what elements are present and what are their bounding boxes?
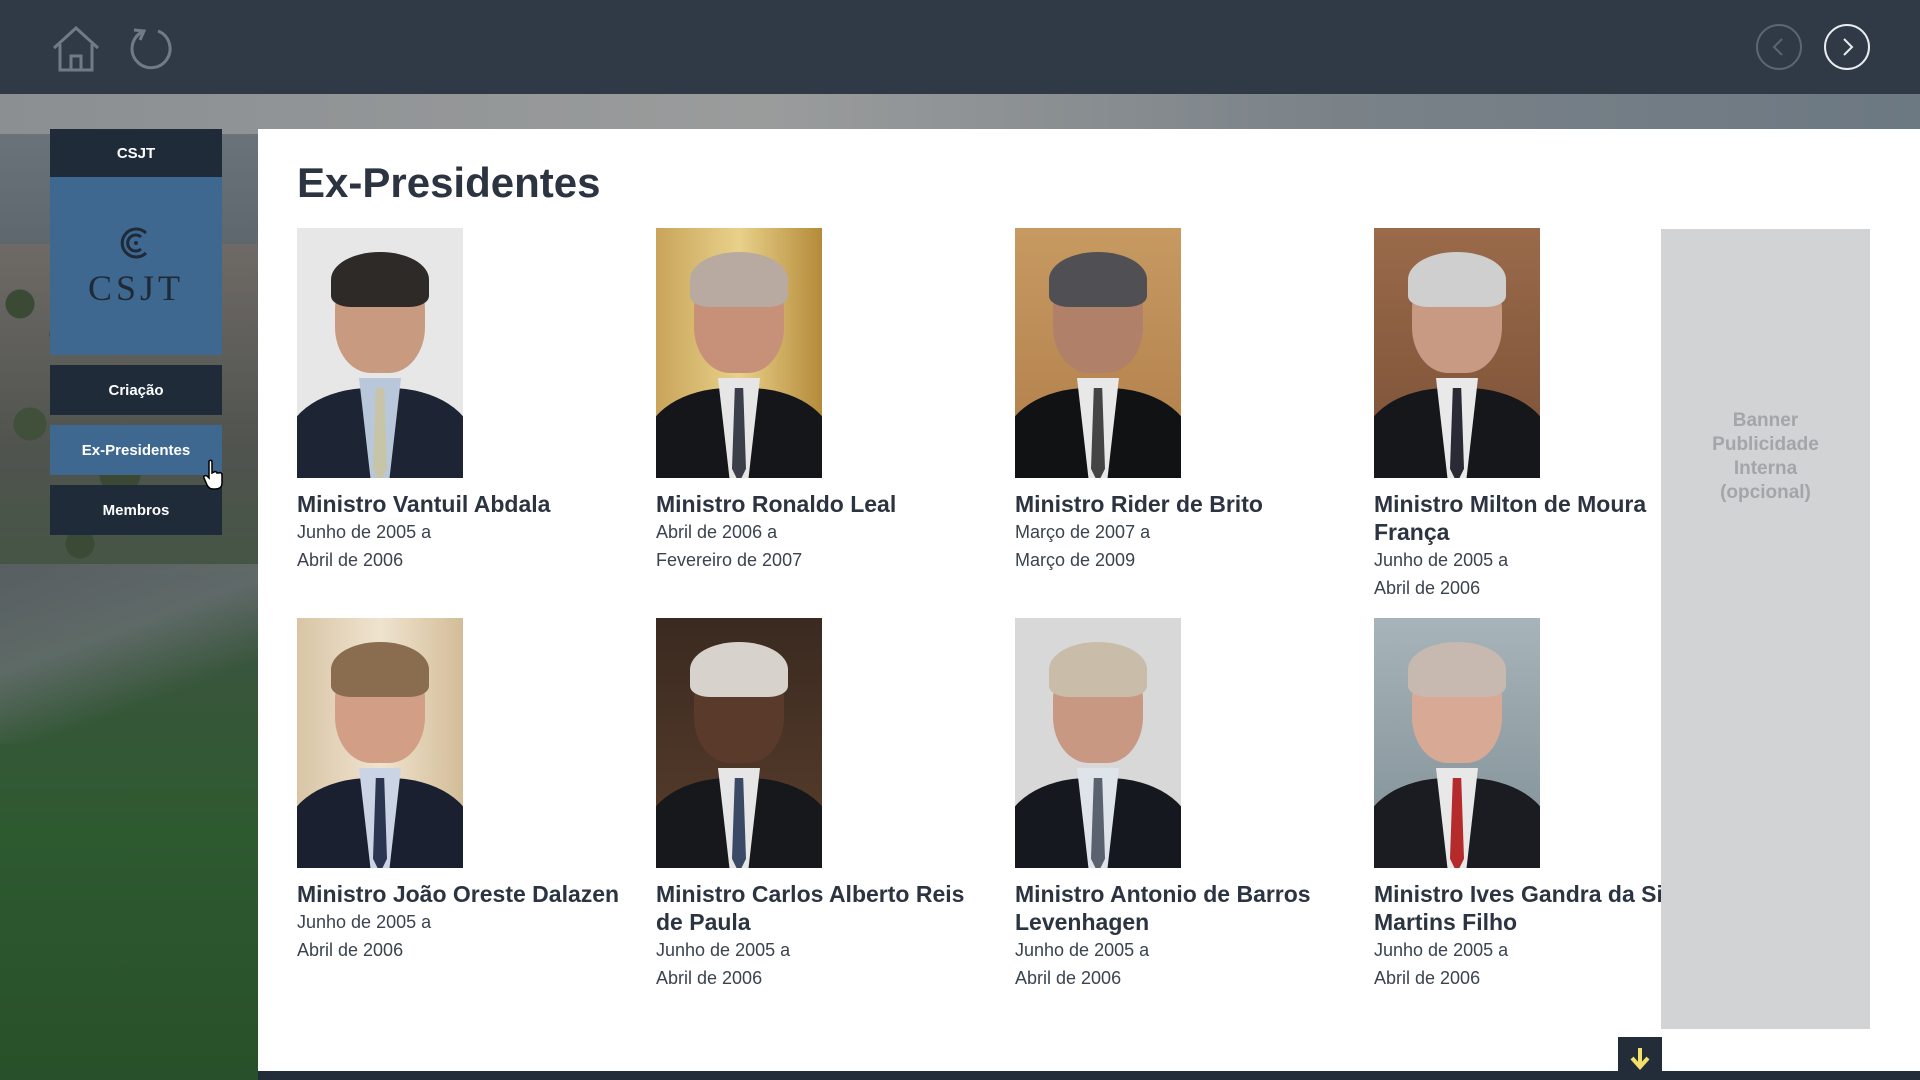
sidebar-item-criacao[interactable]: Criação	[50, 365, 222, 415]
president-card[interactable]: Ministro Vantuil Abdala Junho de 2005 a …	[297, 228, 627, 574]
background-road	[0, 564, 260, 744]
president-photo	[297, 618, 463, 868]
csjt-logo-emblem-icon	[120, 227, 148, 259]
term-start: Abril de 2006 a	[656, 522, 778, 542]
president-card[interactable]: Ministro Ives Gandra da Silva Martins Fi…	[1374, 618, 1704, 992]
president-name: Ministro Antonio de Barros Levenhagen	[1015, 881, 1311, 935]
sidebar-item-ex-presidentes[interactable]: Ex-Presidentes	[50, 425, 222, 475]
main-panel: Ex-Presidentes Ministro Vantuil Abdala J…	[258, 129, 1920, 1071]
president-name: Ministro Milton de Moura França	[1374, 491, 1647, 545]
chevron-right-icon	[1843, 38, 1854, 56]
bottom-strip	[258, 1071, 1920, 1080]
logo-text: CSJT	[87, 268, 185, 308]
president-card[interactable]: Ministro João Oreste Dalazen Junho de 20…	[297, 618, 627, 964]
president-card[interactable]: Ministro Ronaldo Leal Abril de 2006 a Fe…	[656, 228, 986, 574]
term-end: Março de 2009	[1015, 550, 1136, 570]
home-icon[interactable]	[50, 22, 102, 74]
refresh-icon[interactable]	[124, 22, 176, 74]
term-end: Abril de 2006	[1374, 578, 1481, 598]
president-photo	[1015, 618, 1181, 868]
sidebar: CSJT CSJT Criação Ex-Presidentes Membros	[50, 129, 223, 535]
president-card[interactable]: Ministro Antonio de Barros Levenhagen Ju…	[1015, 618, 1345, 992]
president-photo	[656, 618, 822, 868]
hand-cursor-icon	[203, 459, 223, 490]
term-end: Abril de 2006	[1374, 968, 1481, 988]
arrow-down-icon	[1630, 1048, 1650, 1070]
previous-button[interactable]	[1756, 24, 1802, 70]
president-card[interactable]: Ministro Carlos Alberto Reis de Paula Ju…	[656, 618, 986, 992]
president-card[interactable]: Ministro Rider de Brito Março de 2007 a …	[1015, 228, 1345, 574]
sidebar-item-membros[interactable]: Membros	[50, 485, 222, 535]
term-end: Fevereiro de 2007	[656, 550, 803, 570]
term-end: Abril de 2006	[297, 940, 404, 960]
president-name: Ministro Ives Gandra da Silva Martins Fi…	[1374, 881, 1695, 935]
president-name: Ministro João Oreste Dalazen	[297, 881, 620, 907]
term-start: Junho de 2005 a	[1374, 550, 1509, 570]
internal-ad-banner[interactable]: Banner Publicidade Interna (opcional)	[1661, 229, 1870, 1029]
scroll-down-button[interactable]	[1618, 1037, 1662, 1080]
term-start: Junho de 2005 a	[1374, 940, 1509, 960]
term-end: Abril de 2006	[1015, 968, 1122, 988]
page-title: Ex-Presidentes	[297, 159, 601, 206]
president-photo	[1015, 228, 1181, 478]
president-name: Ministro Vantuil Abdala	[297, 491, 551, 517]
president-photo	[297, 228, 463, 478]
term-end: Abril de 2006	[656, 968, 763, 988]
term-start: Junho de 2005 a	[656, 940, 791, 960]
term-start: Junho de 2005 a	[297, 522, 432, 542]
sidebar-header: CSJT	[50, 129, 222, 177]
president-name: Ministro Rider de Brito	[1015, 491, 1263, 517]
president-name: Ministro Ronaldo Leal	[656, 491, 897, 517]
president-photo	[1374, 228, 1540, 478]
csjt-logo: CSJT	[50, 177, 222, 355]
term-start: Março de 2007 a	[1015, 522, 1151, 542]
president-card[interactable]: Ministro Milton de Moura França Junho de…	[1374, 228, 1704, 602]
president-photo	[656, 228, 822, 478]
next-button[interactable]	[1824, 24, 1870, 70]
top-bar	[0, 0, 1920, 94]
president-photo	[1374, 618, 1540, 868]
chevron-left-icon	[1772, 38, 1783, 56]
president-name: Ministro Carlos Alberto Reis de Paula	[656, 881, 965, 935]
term-start: Junho de 2005 a	[1015, 940, 1150, 960]
term-start: Junho de 2005 a	[297, 912, 432, 932]
term-end: Abril de 2006	[297, 550, 404, 570]
